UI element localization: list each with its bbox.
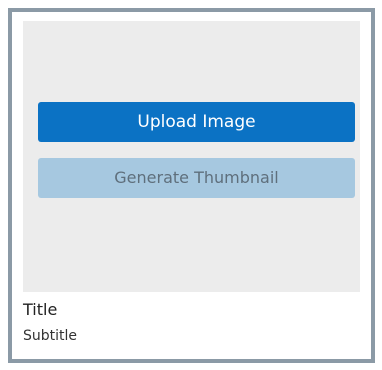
image-placeholder: Upload Image Generate Thumbnail (23, 21, 360, 292)
card-title: Title (23, 300, 58, 319)
card-subtitle: Subtitle (23, 328, 78, 344)
generate-thumbnail-button[interactable]: Generate Thumbnail (38, 158, 355, 198)
media-card: Upload Image Generate Thumbnail Title Su… (8, 8, 375, 363)
upload-image-button[interactable]: Upload Image (38, 102, 355, 142)
